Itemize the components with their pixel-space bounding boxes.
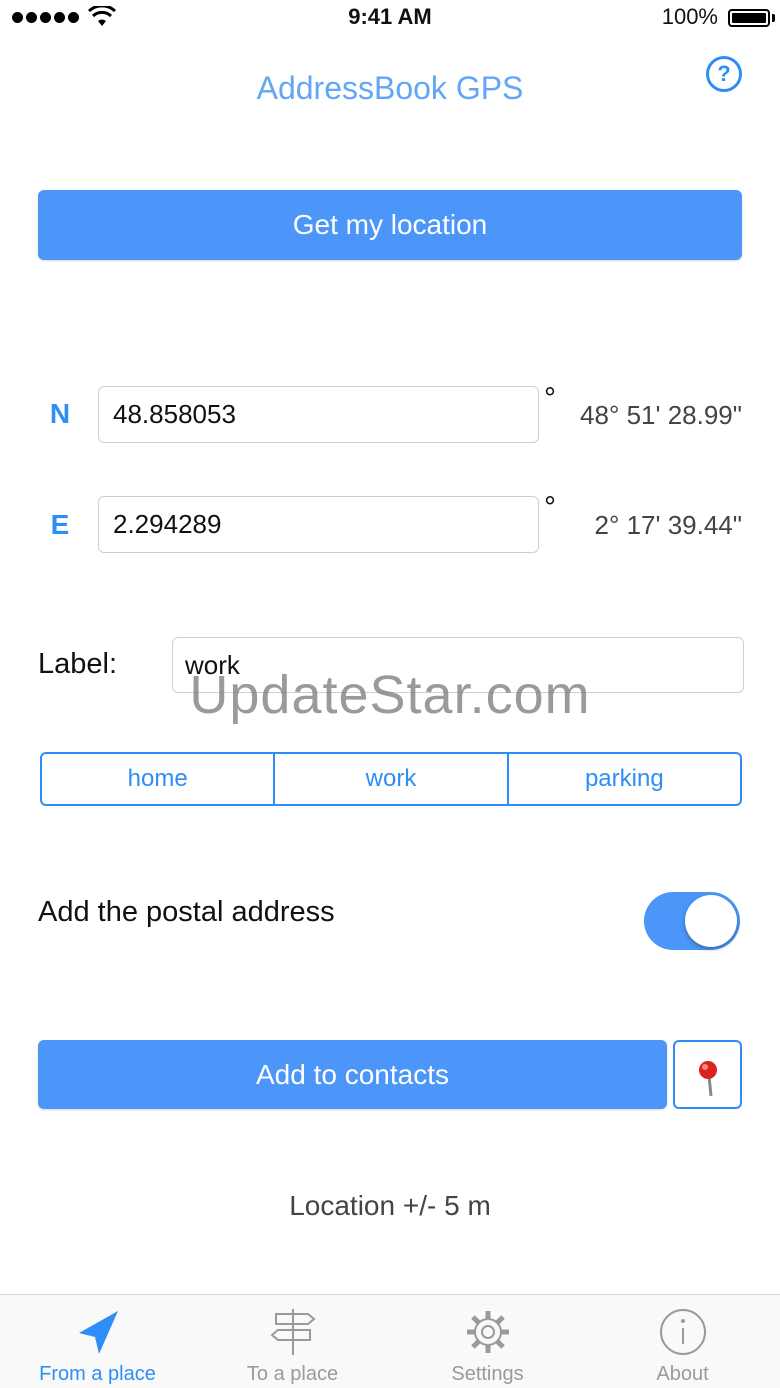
- north-label: N: [49, 398, 71, 429]
- battery-tip: [772, 14, 775, 22]
- app-title: AddressBook GPS: [256, 70, 524, 106]
- tab-settings[interactable]: Settings: [390, 1295, 585, 1388]
- latitude-dms: 48° 51' 28.99": [580, 400, 742, 430]
- tab-label: From a place: [39, 1363, 156, 1385]
- label-input[interactable]: [172, 637, 744, 693]
- longitude-dms: 2° 17' 39.44": [594, 510, 742, 540]
- preset-work[interactable]: work: [275, 754, 509, 804]
- postal-address-caption: Add the postal address: [38, 896, 335, 928]
- label-caption: Label:: [38, 648, 118, 680]
- location-accuracy: Location +/- 5 m: [289, 1190, 491, 1221]
- battery-percent: 100%: [661, 4, 718, 29]
- signpost-icon: [269, 1309, 316, 1355]
- tab-label: About: [656, 1363, 709, 1385]
- help-icon[interactable]: ?: [706, 56, 742, 92]
- postal-address-toggle[interactable]: [644, 892, 740, 950]
- label-presets: home work parking: [40, 752, 742, 806]
- latitude-degree-symbol: °: [544, 382, 556, 415]
- preset-parking[interactable]: parking: [509, 754, 740, 804]
- battery-icon: [728, 9, 770, 27]
- tab-to-a-place[interactable]: To a place: [195, 1295, 390, 1388]
- navigation-arrow-icon: [78, 1311, 118, 1354]
- longitude-degree-symbol: °: [544, 491, 556, 524]
- gear-icon: [466, 1311, 509, 1353]
- info-icon: [659, 1309, 706, 1355]
- latitude-input[interactable]: [98, 386, 539, 443]
- east-label: E: [50, 509, 70, 540]
- tab-label: To a place: [246, 1363, 339, 1385]
- get-location-button[interactable]: Get my location: [38, 190, 742, 260]
- toggle-knob: [685, 895, 737, 947]
- preset-home[interactable]: home: [42, 754, 276, 804]
- map-pin-button[interactable]: [673, 1040, 742, 1109]
- tab-label: Settings: [451, 1363, 524, 1385]
- tab-from-a-place[interactable]: From a place: [0, 1295, 195, 1388]
- tab-bar: From a place To a place Settings About: [0, 1294, 780, 1388]
- add-to-contacts-button[interactable]: Add to contacts: [38, 1040, 667, 1109]
- longitude-input[interactable]: [98, 496, 539, 553]
- tab-about[interactable]: About: [585, 1295, 780, 1388]
- map-pin-icon: [699, 1061, 717, 1097]
